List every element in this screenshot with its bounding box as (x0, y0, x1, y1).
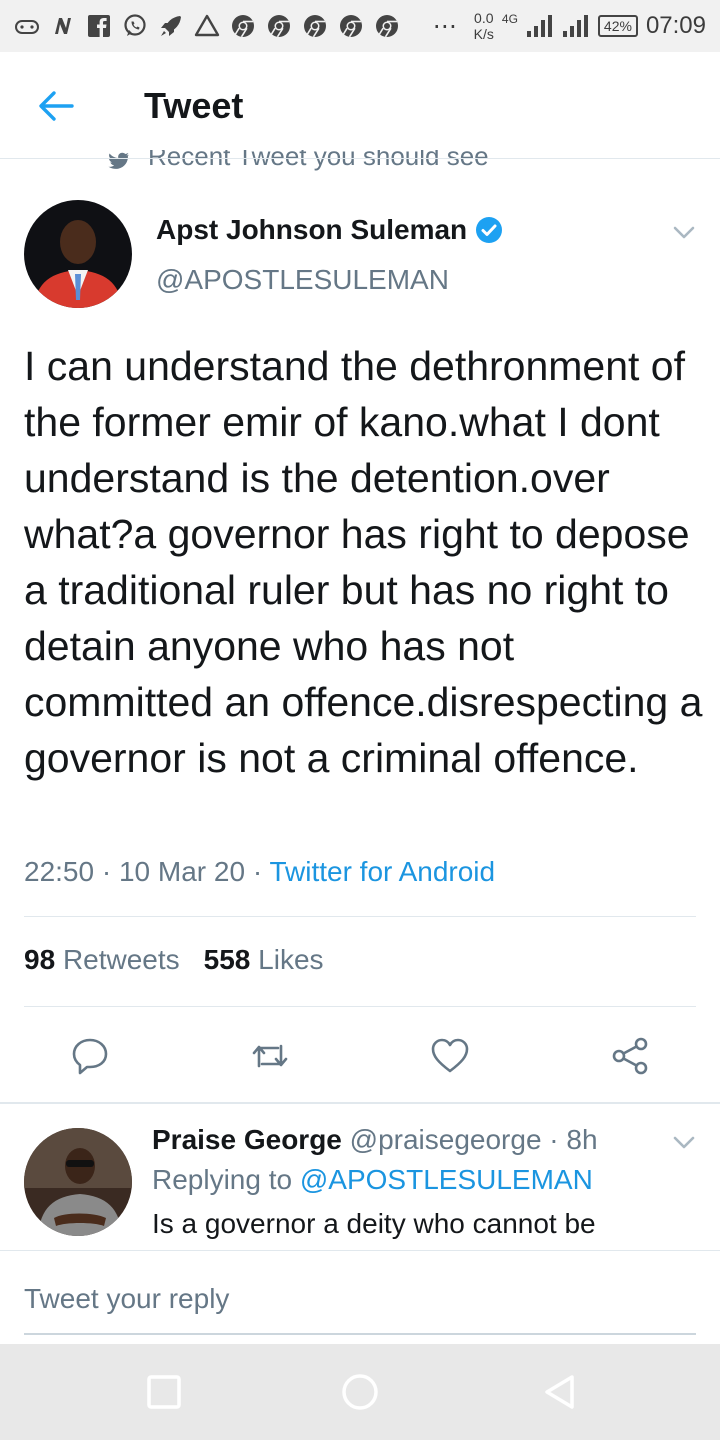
more-notifications-icon: ⋯ (432, 12, 458, 40)
signal-icon (562, 15, 588, 37)
share-button[interactable] (604, 1030, 656, 1082)
header-divider (0, 158, 720, 159)
reply-author-handle[interactable]: @praisegeorge (350, 1124, 542, 1155)
tweet-metadata: 22:50 · 10 Mar 20 · Twitter for Android (24, 856, 495, 888)
reply-avatar-image (24, 1128, 132, 1236)
tweet-body: I can understand the dethronment of the … (24, 343, 703, 781)
author-name[interactable]: Apst Johnson Suleman (156, 214, 503, 246)
recent-tweet-text: Recent Tweet you should see (148, 150, 489, 171)
notification-icons (14, 13, 400, 39)
game-controller-icon (14, 13, 40, 39)
retweets-stat[interactable]: 98 Retweets (24, 944, 180, 976)
tweet-actions (0, 1030, 720, 1082)
network-speed-value: 0.0 (474, 10, 494, 26)
chevron-down-icon[interactable] (670, 218, 698, 246)
reply-icon (72, 1038, 108, 1075)
share-icon (612, 1037, 648, 1075)
meta-separator: · (94, 856, 119, 887)
reply-avatar[interactable] (24, 1128, 132, 1236)
back-arrow-icon (39, 91, 74, 121)
tweet-date: 10 Mar 20 (118, 856, 246, 887)
signal-icon (526, 15, 552, 37)
author-avatar[interactable] (24, 200, 132, 308)
like-button[interactable] (424, 1030, 476, 1082)
tweet-time: 22:50 (24, 856, 95, 887)
verified-badge-icon (476, 217, 503, 243)
tweet-stats: 98 Retweets 558 Likes (24, 944, 324, 976)
network-speed-unit: K/s (473, 26, 494, 42)
retweets-label: Retweets (62, 944, 180, 975)
recents-button-icon[interactable] (144, 1372, 184, 1412)
reply-composer (0, 1250, 720, 1344)
chrome-icon (338, 13, 364, 39)
divider (24, 1006, 696, 1007)
clock: 07:09 (645, 12, 706, 39)
network-type: 4G (501, 12, 518, 26)
reply-button[interactable] (64, 1030, 116, 1082)
retweets-count: 98 (24, 944, 56, 975)
facebook-icon (86, 13, 112, 39)
heart-icon (431, 1038, 469, 1073)
reply-body: Is a governor a deity who cannot be (152, 1208, 596, 1239)
page-title: Tweet (144, 85, 244, 126)
reply-age: 8h (566, 1124, 598, 1155)
network-speed: 0.0 K/s (474, 10, 494, 42)
reply-input-underline (24, 1333, 696, 1335)
recent-tweet-label: Recent Tweet you should see (108, 150, 489, 172)
back-nav-button-icon[interactable] (540, 1372, 580, 1412)
chrome-icon (266, 13, 292, 39)
likes-count: 558 (203, 944, 251, 975)
reply-author-name[interactable]: Praise George (152, 1124, 342, 1155)
retweet-button[interactable] (244, 1030, 296, 1082)
likes-stat[interactable]: 558 Likes (204, 944, 324, 976)
n-app-icon (50, 13, 76, 39)
reply-header: Praise George @praisegeorge · 8h (152, 1124, 598, 1156)
replying-to: Replying to @APOSTLESULEMAN (152, 1164, 593, 1196)
whatsapp-icon (122, 13, 148, 39)
author-avatar-image (24, 200, 132, 308)
status-bar: ⋯ 0.0 K/s 4G 42% 07:09 (0, 0, 720, 52)
replying-to-handle[interactable]: @APOSTLESULEMAN (300, 1164, 593, 1195)
chrome-icon (230, 13, 256, 39)
author-name-text: Apst Johnson Suleman (156, 214, 468, 245)
twitter-bird-icon (108, 152, 130, 169)
reply-separator: · (541, 1124, 567, 1155)
chrome-icon (302, 13, 328, 39)
battery-level: 42% (597, 15, 638, 37)
rocket-icon (158, 13, 184, 39)
home-button-icon[interactable] (340, 1372, 380, 1412)
retweet-icon (252, 1044, 288, 1068)
chevron-down-icon[interactable] (670, 1128, 698, 1156)
meta-separator: · (245, 856, 270, 887)
author-handle[interactable]: @APOSTLESULEMAN (156, 264, 449, 296)
status-right: ⋯ 0.0 K/s 4G 42% 07:09 (433, 10, 706, 42)
divider (24, 916, 696, 917)
back-button[interactable] (26, 76, 86, 136)
android-nav-bar (0, 1344, 720, 1440)
tweet-source-link[interactable]: Twitter for Android (269, 856, 495, 887)
likes-label: Likes (258, 944, 324, 975)
reply-input[interactable] (24, 1279, 696, 1319)
chrome-icon (374, 13, 400, 39)
alert-icon (194, 13, 220, 39)
replying-to-label: Replying to (152, 1164, 293, 1195)
app-header: Tweet (0, 52, 720, 160)
section-divider (0, 1102, 720, 1104)
